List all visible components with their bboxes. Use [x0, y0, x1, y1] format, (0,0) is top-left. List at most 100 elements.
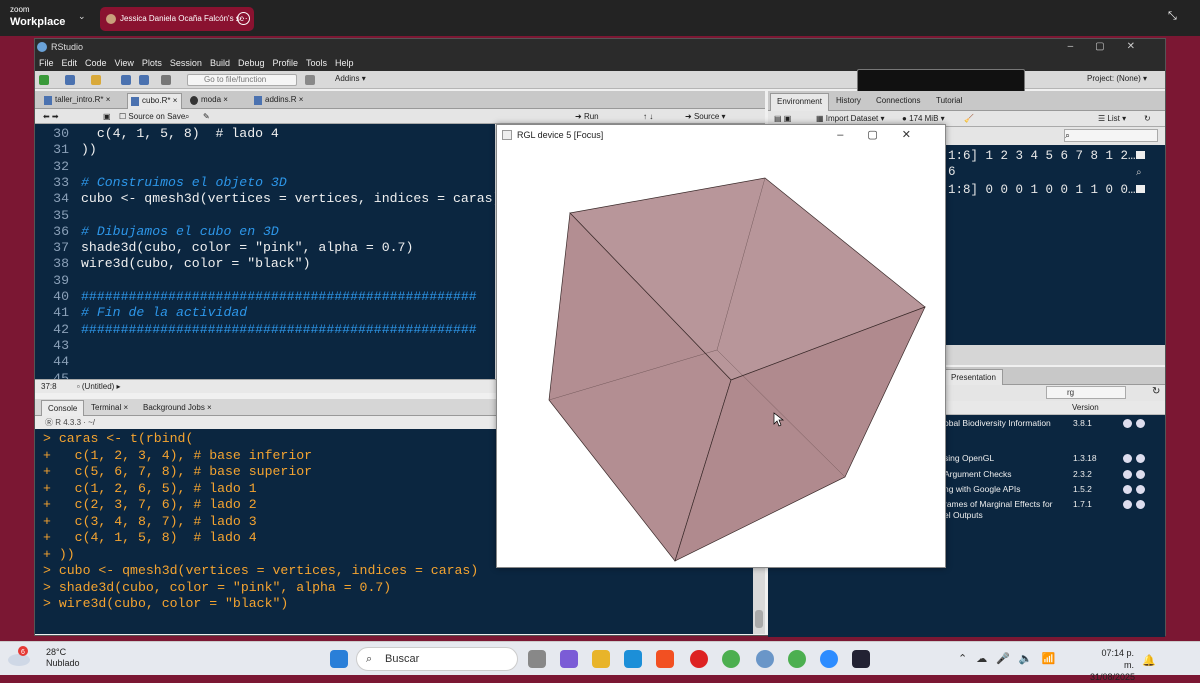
table-view-icon[interactable]: [1136, 185, 1145, 193]
scope-selector[interactable]: ▫ (Untitled) ▸: [77, 382, 121, 391]
console-line: + c(5, 6, 7, 8), # base superior: [43, 464, 313, 479]
taskbar: 6 28°C Nublado ⌕ Buscar ⌃☁🎤🔈📶 07:14 p. m…: [0, 641, 1200, 682]
tab-taller-intro[interactable]: taller_intro.R* ×: [41, 93, 114, 109]
window-controls[interactable]: –▢✕: [1068, 39, 1157, 55]
source-button[interactable]: ➜ Source ▾: [685, 109, 726, 124]
weather-cloud-icon[interactable]: 6: [6, 646, 32, 668]
search-icon: ⌕: [366, 653, 373, 665]
project-button[interactable]: Project: (None) ▾: [1087, 74, 1147, 83]
remove-icon[interactable]: [1136, 454, 1145, 463]
line-number: 45: [53, 370, 69, 380]
table-view-icon[interactable]: [1136, 151, 1145, 159]
weather-widget[interactable]: 28°C Nublado: [46, 647, 80, 669]
addins-button[interactable]: Addins ▾: [335, 74, 366, 83]
taskbar-search[interactable]: ⌕ Buscar: [356, 647, 518, 671]
store-icon[interactable]: [656, 650, 674, 668]
code-editor[interactable]: 30 c(4, 1, 5, 8) # lado 4 31)) 32 33 # Const…: [35, 124, 495, 379]
console-line: > caras <- t(rbind(: [43, 431, 194, 446]
edge-icon[interactable]: [624, 650, 642, 668]
rstudio-icon: [37, 42, 47, 52]
web-icon[interactable]: [1123, 500, 1132, 509]
editor-tabs: taller_intro.R* × cubo.R* × moda × addin…: [35, 91, 765, 109]
view-mode-button[interactable]: ☰ List ▾: [1098, 111, 1126, 127]
goto-file-input[interactable]: Go to file/function: [187, 74, 297, 86]
tab-connections[interactable]: Connections: [870, 93, 926, 111]
rgl-device-window[interactable]: RGL device 5 [Focus] –▢✕: [496, 124, 946, 568]
web-icon[interactable]: [1123, 454, 1132, 463]
tab-tutorial[interactable]: Tutorial: [930, 93, 968, 111]
tab-history[interactable]: History: [830, 93, 867, 111]
more-icon[interactable]: ⋯: [237, 12, 250, 25]
nav-arrows-icon[interactable]: ↑ ↓: [643, 109, 653, 124]
file-explorer-icon[interactable]: [592, 650, 610, 668]
web-icon[interactable]: [1123, 419, 1132, 428]
menu-session[interactable]: Session: [170, 58, 202, 68]
menu-help[interactable]: Help: [335, 58, 354, 68]
tab-background-jobs[interactable]: Background Jobs ×: [137, 400, 218, 416]
tab-console[interactable]: Console: [41, 400, 85, 416]
system-tray[interactable]: ⌃☁🎤🔈📶: [958, 652, 1064, 665]
run-button[interactable]: ➜ Run: [575, 109, 599, 124]
menu-edit[interactable]: Edit: [62, 58, 78, 68]
tab-moda[interactable]: moda ×: [187, 93, 232, 109]
save-icon[interactable]: ▣: [103, 109, 111, 124]
rgl-window-controls[interactable]: –▢✕: [837, 125, 935, 145]
print-icon[interactable]: [161, 75, 171, 85]
menu-plots[interactable]: Plots: [142, 58, 162, 68]
chevron-down-icon[interactable]: ⌄: [78, 11, 86, 21]
cube: [548, 177, 926, 562]
collapse-icon[interactable]: ⤡: [1168, 10, 1177, 23]
menu-tools[interactable]: Tools: [306, 58, 327, 68]
opera-icon[interactable]: [690, 650, 708, 668]
remove-icon[interactable]: [1136, 470, 1145, 479]
broom-icon[interactable]: 🧹: [964, 111, 974, 127]
open-folder-icon[interactable]: [91, 75, 101, 85]
menu-build[interactable]: Build: [210, 58, 230, 68]
zoom-logo[interactable]: zoom Workplace ⌄: [10, 5, 86, 28]
wand-icon[interactable]: ✎: [203, 109, 210, 124]
remove-icon[interactable]: [1136, 419, 1145, 428]
refresh-icon[interactable]: ↻: [1144, 111, 1151, 127]
chrome-icon[interactable]: [788, 650, 806, 668]
rgl-titlebar[interactable]: RGL device 5 [Focus] –▢✕: [497, 125, 945, 145]
tab-terminal[interactable]: Terminal ×: [85, 400, 134, 416]
new-project-icon[interactable]: [65, 75, 75, 85]
rgl-3d-canvas[interactable]: [497, 145, 945, 567]
menu-view[interactable]: View: [115, 58, 134, 68]
menu-code[interactable]: Code: [85, 58, 107, 68]
tab-environment[interactable]: Environment: [770, 93, 829, 111]
zoom-icon[interactable]: [820, 650, 838, 668]
menu-profile[interactable]: Profile: [273, 58, 299, 68]
packages-search-input[interactable]: rg: [1046, 386, 1126, 399]
search-icon[interactable]: ⌕: [185, 109, 189, 124]
notifications-icon[interactable]: 🔔: [1142, 654, 1156, 667]
grid-icon[interactable]: [305, 75, 315, 85]
save-all-icon[interactable]: [139, 75, 149, 85]
copilot-icon[interactable]: [560, 650, 578, 668]
tab-addins[interactable]: addins.R ×: [251, 93, 307, 109]
refresh-icon[interactable]: ↻: [1152, 386, 1160, 397]
web-icon[interactable]: [1123, 470, 1132, 479]
scroll-thumb[interactable]: [755, 610, 763, 628]
save-icon[interactable]: [121, 75, 131, 85]
back-forward-icon[interactable]: ⬅ ➡: [43, 109, 59, 124]
rstudio-taskbar-icon[interactable]: [756, 650, 774, 668]
source-on-save-checkbox[interactable]: ☐ Source on Save: [119, 109, 185, 124]
clock[interactable]: 07:14 p. m. 31/08/2025: [1090, 647, 1135, 683]
active-window-icon[interactable]: [852, 650, 870, 668]
zoom-share-tab[interactable]: Jessica Daniela Ocaña Falcón's sc ⋯: [100, 7, 254, 31]
environment-search-input[interactable]: ⌕: [1064, 129, 1158, 142]
remove-icon[interactable]: [1136, 485, 1145, 494]
task-view-icon[interactable]: [528, 650, 546, 668]
new-file-icon[interactable]: [39, 75, 49, 85]
chrome-icon[interactable]: [722, 650, 740, 668]
menu-debug[interactable]: Debug: [238, 58, 265, 68]
remove-icon[interactable]: [1136, 500, 1145, 509]
search-icon[interactable]: ⌕: [1136, 167, 1142, 179]
tab-cubo[interactable]: cubo.R* ×: [127, 93, 183, 109]
package-version: 1.7.1: [1073, 499, 1092, 509]
web-icon[interactable]: [1123, 485, 1132, 494]
windows-start-icon[interactable]: [330, 650, 348, 668]
menu-file[interactable]: File: [39, 58, 54, 68]
r-logo-icon: Ⓡ: [45, 418, 56, 427]
